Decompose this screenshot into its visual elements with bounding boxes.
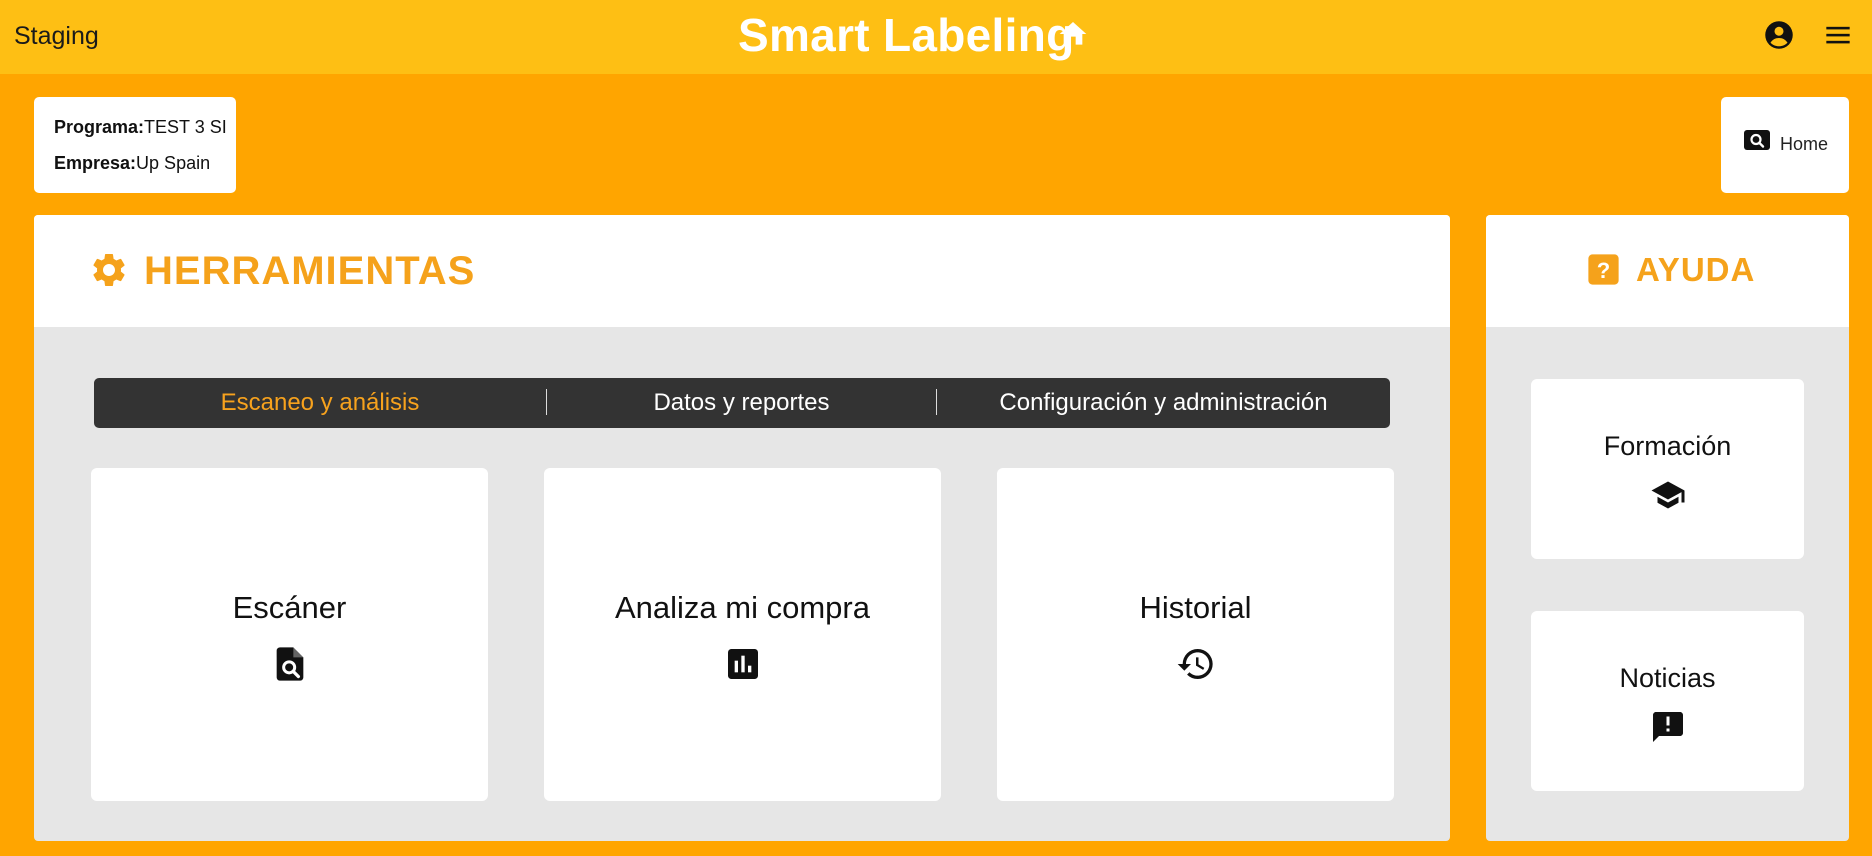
environment-label: Staging xyxy=(14,22,99,50)
help-question-icon: ? xyxy=(1588,254,1619,285)
home-button[interactable]: Home xyxy=(1721,97,1849,193)
news-card[interactable]: Noticias xyxy=(1531,611,1804,791)
top-bar: Staging Smart Labeling xyxy=(0,0,1872,74)
training-card[interactable]: Formación xyxy=(1531,379,1804,559)
announcement-icon xyxy=(1652,712,1683,742)
history-card-label: Historial xyxy=(1139,590,1252,625)
company-value: Up Spain xyxy=(136,153,211,173)
program-info-card: Programa:TEST 3 SI Empresa:Up Spain xyxy=(34,97,236,193)
news-card-label: Noticias xyxy=(1619,663,1716,693)
gear-icon xyxy=(93,254,125,286)
app-title: Smart Labeling xyxy=(738,9,1075,61)
home-button-label: Home xyxy=(1780,134,1829,154)
help-panel-header: ? AYUDA xyxy=(1486,215,1849,327)
svg-text:?: ? xyxy=(1597,258,1610,283)
history-card[interactable]: Historial xyxy=(997,468,1394,801)
account-circle-icon[interactable] xyxy=(1764,20,1794,50)
bar-chart-icon xyxy=(727,649,758,679)
search-icon xyxy=(1744,130,1770,150)
hamburger-menu-icon[interactable] xyxy=(1823,21,1853,49)
graduation-cap-icon xyxy=(1651,481,1684,509)
company-row: Empresa:Up Spain xyxy=(54,153,236,189)
program-row: Programa:TEST 3 SI xyxy=(54,117,236,153)
tools-tab-bar: Escaneo y análisis Datos y reportes Conf… xyxy=(94,378,1390,428)
help-panel: ? AYUDA Formación Noticias xyxy=(1486,215,1849,841)
analyze-purchase-card-label: Analiza mi compra xyxy=(615,590,870,625)
analyze-purchase-card[interactable]: Analiza mi compra xyxy=(544,468,941,801)
tab-config-admin[interactable]: Configuración y administración xyxy=(937,378,1390,428)
training-card-label: Formación xyxy=(1603,431,1732,461)
tools-panel: HERRAMIENTAS Escaneo y análisis Datos y … xyxy=(34,215,1450,841)
company-label: Empresa: xyxy=(54,153,137,173)
history-icon xyxy=(1177,649,1213,679)
tools-title: HERRAMIENTAS xyxy=(144,249,476,293)
scanner-card[interactable]: Escáner xyxy=(91,468,488,801)
home-icon[interactable] xyxy=(1056,18,1090,50)
document-search-icon xyxy=(276,647,303,681)
scanner-card-label: Escáner xyxy=(232,590,347,625)
tab-data-reports[interactable]: Datos y reportes xyxy=(547,378,936,428)
program-value: TEST 3 SI xyxy=(144,117,227,137)
program-label: Programa: xyxy=(54,117,145,137)
tab-scan-analysis[interactable]: Escaneo y análisis xyxy=(94,378,546,428)
tools-panel-header: HERRAMIENTAS xyxy=(34,215,1450,327)
help-title: AYUDA xyxy=(1636,251,1756,288)
